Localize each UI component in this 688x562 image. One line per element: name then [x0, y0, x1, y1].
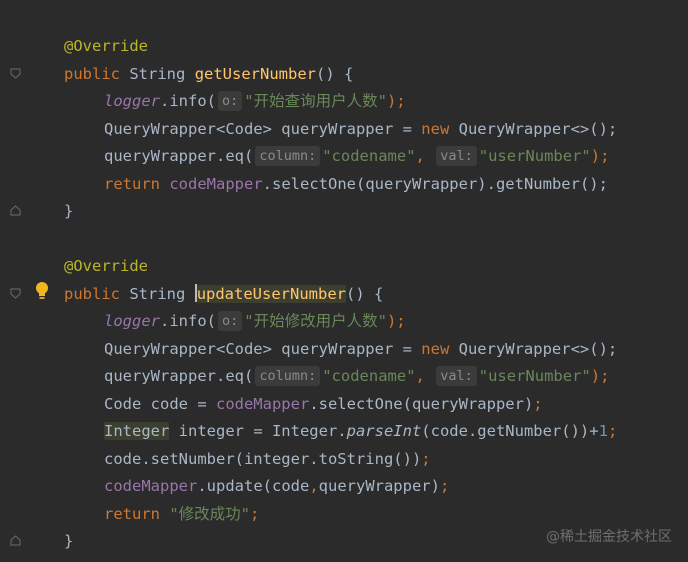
- code-line: return "修改成功";: [104, 505, 260, 523]
- param-hint: o:: [218, 311, 243, 331]
- code-line: Code code = codeMapper.selectOne(queryWr…: [104, 395, 543, 413]
- param-hint: column:: [255, 146, 321, 166]
- param-hint: val:: [436, 366, 477, 386]
- fold-icon[interactable]: [10, 288, 21, 299]
- code-line: QueryWrapper<Code> queryWrapper = new Qu…: [104, 340, 618, 358]
- code-line: logger.info(o: "开始修改用户人数");: [104, 311, 406, 331]
- code-line: return codeMapper.selectOne(queryWrapper…: [104, 175, 608, 193]
- code-line: Integer integer = Integer.parseInt(code.…: [104, 422, 618, 440]
- annotation-override: @Override: [64, 37, 148, 55]
- method-signature: public String getUserNumber() {: [64, 65, 354, 83]
- code-line: QueryWrapper<Code> queryWrapper = new Qu…: [104, 120, 618, 138]
- method-signature: public String updateUserNumber() {: [64, 284, 384, 303]
- lightbulb-icon[interactable]: [34, 281, 50, 301]
- fold-icon[interactable]: [10, 68, 21, 79]
- closing-brace: }: [64, 532, 74, 550]
- code-editor[interactable]: @Override public String getUserNumber() …: [0, 0, 688, 562]
- param-hint: column:: [255, 366, 321, 386]
- code-line: logger.info(o: "开始查询用户人数");: [104, 91, 406, 111]
- closing-brace: }: [64, 202, 74, 220]
- code-line: code.setNumber(integer.toString());: [104, 450, 431, 468]
- fold-end-icon[interactable]: [10, 205, 21, 216]
- param-hint: o:: [218, 91, 243, 111]
- annotation-override: @Override: [64, 257, 148, 275]
- watermark: @稀土掘金技术社区: [546, 529, 672, 545]
- param-hint: val:: [436, 146, 477, 166]
- code-line: queryWrapper.eq(column: "codename", val: "…: [104, 366, 610, 386]
- code-line: codeMapper.update(code,queryWrapper);: [104, 477, 450, 495]
- code-line: queryWrapper.eq(column: "codename", val: "…: [104, 146, 610, 166]
- fold-end-icon[interactable]: [10, 535, 21, 546]
